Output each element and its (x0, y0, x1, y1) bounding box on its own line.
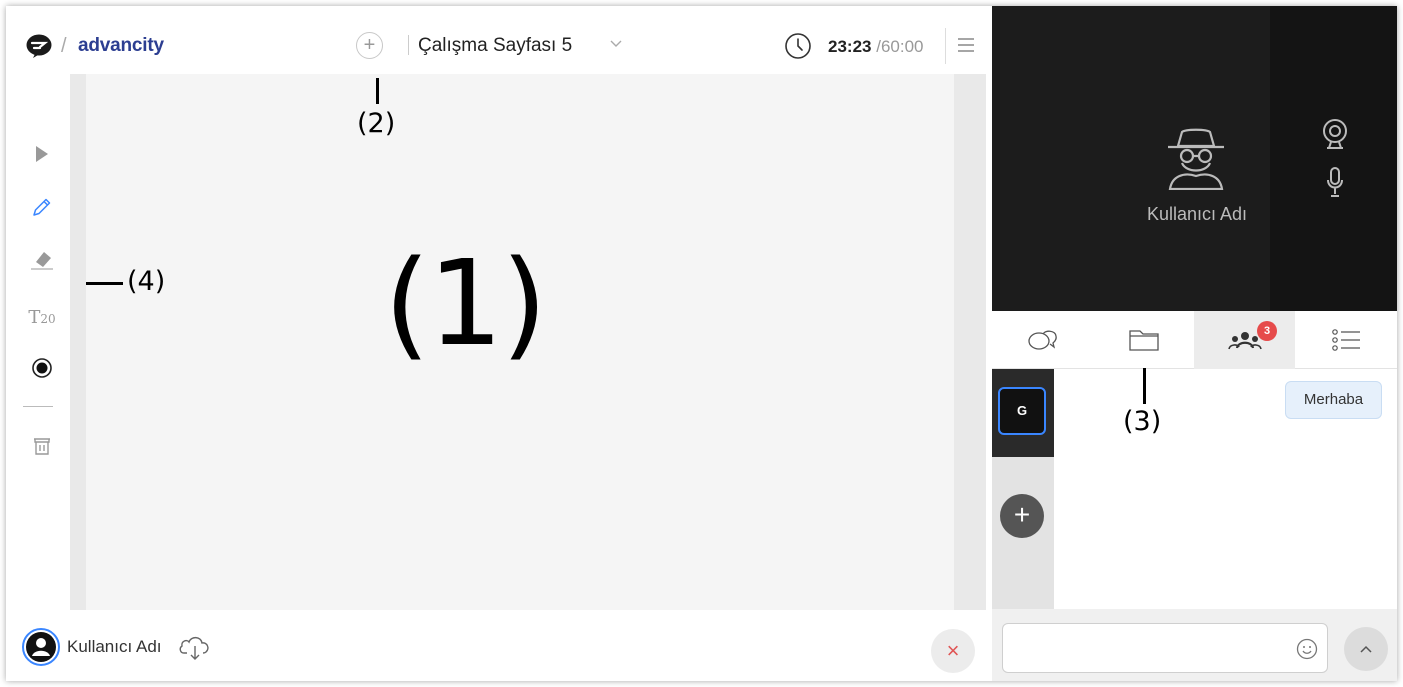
microphone-icon[interactable] (1326, 166, 1344, 198)
add-participant-button[interactable]: + (1000, 494, 1044, 538)
participants-count-badge: 3 (1257, 321, 1277, 341)
chat-message: Merhaba (1285, 381, 1382, 419)
divider (408, 35, 409, 55)
color-picker-icon[interactable] (24, 350, 60, 386)
chat-messages: Merhaba (1054, 369, 1397, 609)
chat-icon (1027, 330, 1057, 350)
text-tool-size: 20 (40, 312, 56, 326)
text-size-icon[interactable]: T 20 (24, 299, 60, 335)
tab-list[interactable] (1295, 311, 1396, 369)
select-arrow-icon[interactable] (24, 136, 60, 172)
video-main-area (992, 6, 1270, 311)
brand-separator: / (61, 35, 67, 57)
video-controls-area (1270, 6, 1397, 311)
chat-composer (992, 609, 1397, 681)
eraser-icon[interactable] (24, 242, 60, 278)
timer-total: 60:00 (880, 37, 924, 56)
pencil-icon[interactable] (24, 189, 60, 225)
list-icon (1331, 329, 1360, 351)
divider (945, 28, 946, 64)
annotation-label-1: (1) (384, 234, 547, 372)
video-user-name: Kullanıcı Adı (1146, 204, 1248, 224)
annotation-label-4: (4) (127, 266, 166, 297)
sidebar-panel: Kullanıcı Adı 3 G + Merhaba (992, 6, 1397, 681)
folder-icon (1128, 330, 1159, 351)
emoji-icon[interactable] (1296, 638, 1318, 660)
annotation-line-3 (1143, 368, 1146, 404)
sidebar-tabs: 3 (992, 311, 1397, 369)
chevron-down-icon[interactable] (609, 36, 623, 50)
add-page-button[interactable]: + (356, 32, 383, 59)
annotation-label-3: (3) (1123, 406, 1162, 437)
bottom-bar: Kullanıcı Adı × (6, 610, 992, 681)
close-session-button[interactable]: × (931, 629, 975, 673)
annotation-line-4 (86, 282, 123, 285)
app-window: / advancity + Çalışma Sayfası 5 23:23 /6… (6, 6, 1397, 681)
page-title[interactable]: Çalışma Sayfası 5 (418, 35, 572, 57)
anonymous-user-icon (1168, 128, 1224, 190)
user-avatar[interactable] (22, 628, 60, 666)
current-user-name: Kullanıcı Adı (67, 637, 162, 656)
user-icon (26, 632, 56, 662)
message-input[interactable] (1002, 623, 1328, 673)
webcam-icon[interactable] (1322, 118, 1348, 150)
participant-slot: G (992, 369, 1054, 457)
tab-chat[interactable] (992, 311, 1093, 369)
session-timer: 23:23 /60:00 (828, 37, 924, 57)
trash-icon[interactable] (24, 428, 60, 464)
annotation-label-2: (2) (357, 108, 396, 139)
brand-name: advancity (78, 35, 164, 56)
video-tile: Kullanıcı Adı (992, 6, 1397, 311)
hamburger-menu-icon[interactable] (957, 36, 975, 54)
toolbar-divider (23, 406, 53, 407)
clock-icon (785, 33, 811, 59)
tab-participants[interactable]: 3 (1194, 311, 1295, 369)
expand-up-button[interactable] (1344, 627, 1388, 671)
participant-strip: G + (992, 369, 1054, 609)
annotation-line-2 (376, 78, 379, 104)
top-bar: / advancity + Çalışma Sayfası 5 23:23 /6… (6, 6, 992, 74)
tab-files[interactable] (1093, 311, 1194, 369)
participant-tile[interactable]: G (998, 387, 1046, 435)
app-logo-icon[interactable] (26, 34, 52, 58)
timer-elapsed: 23:23 (828, 37, 872, 56)
text-tool-label: T (28, 306, 41, 328)
chevron-up-icon (1360, 645, 1372, 653)
cloud-save-icon[interactable] (178, 632, 212, 662)
